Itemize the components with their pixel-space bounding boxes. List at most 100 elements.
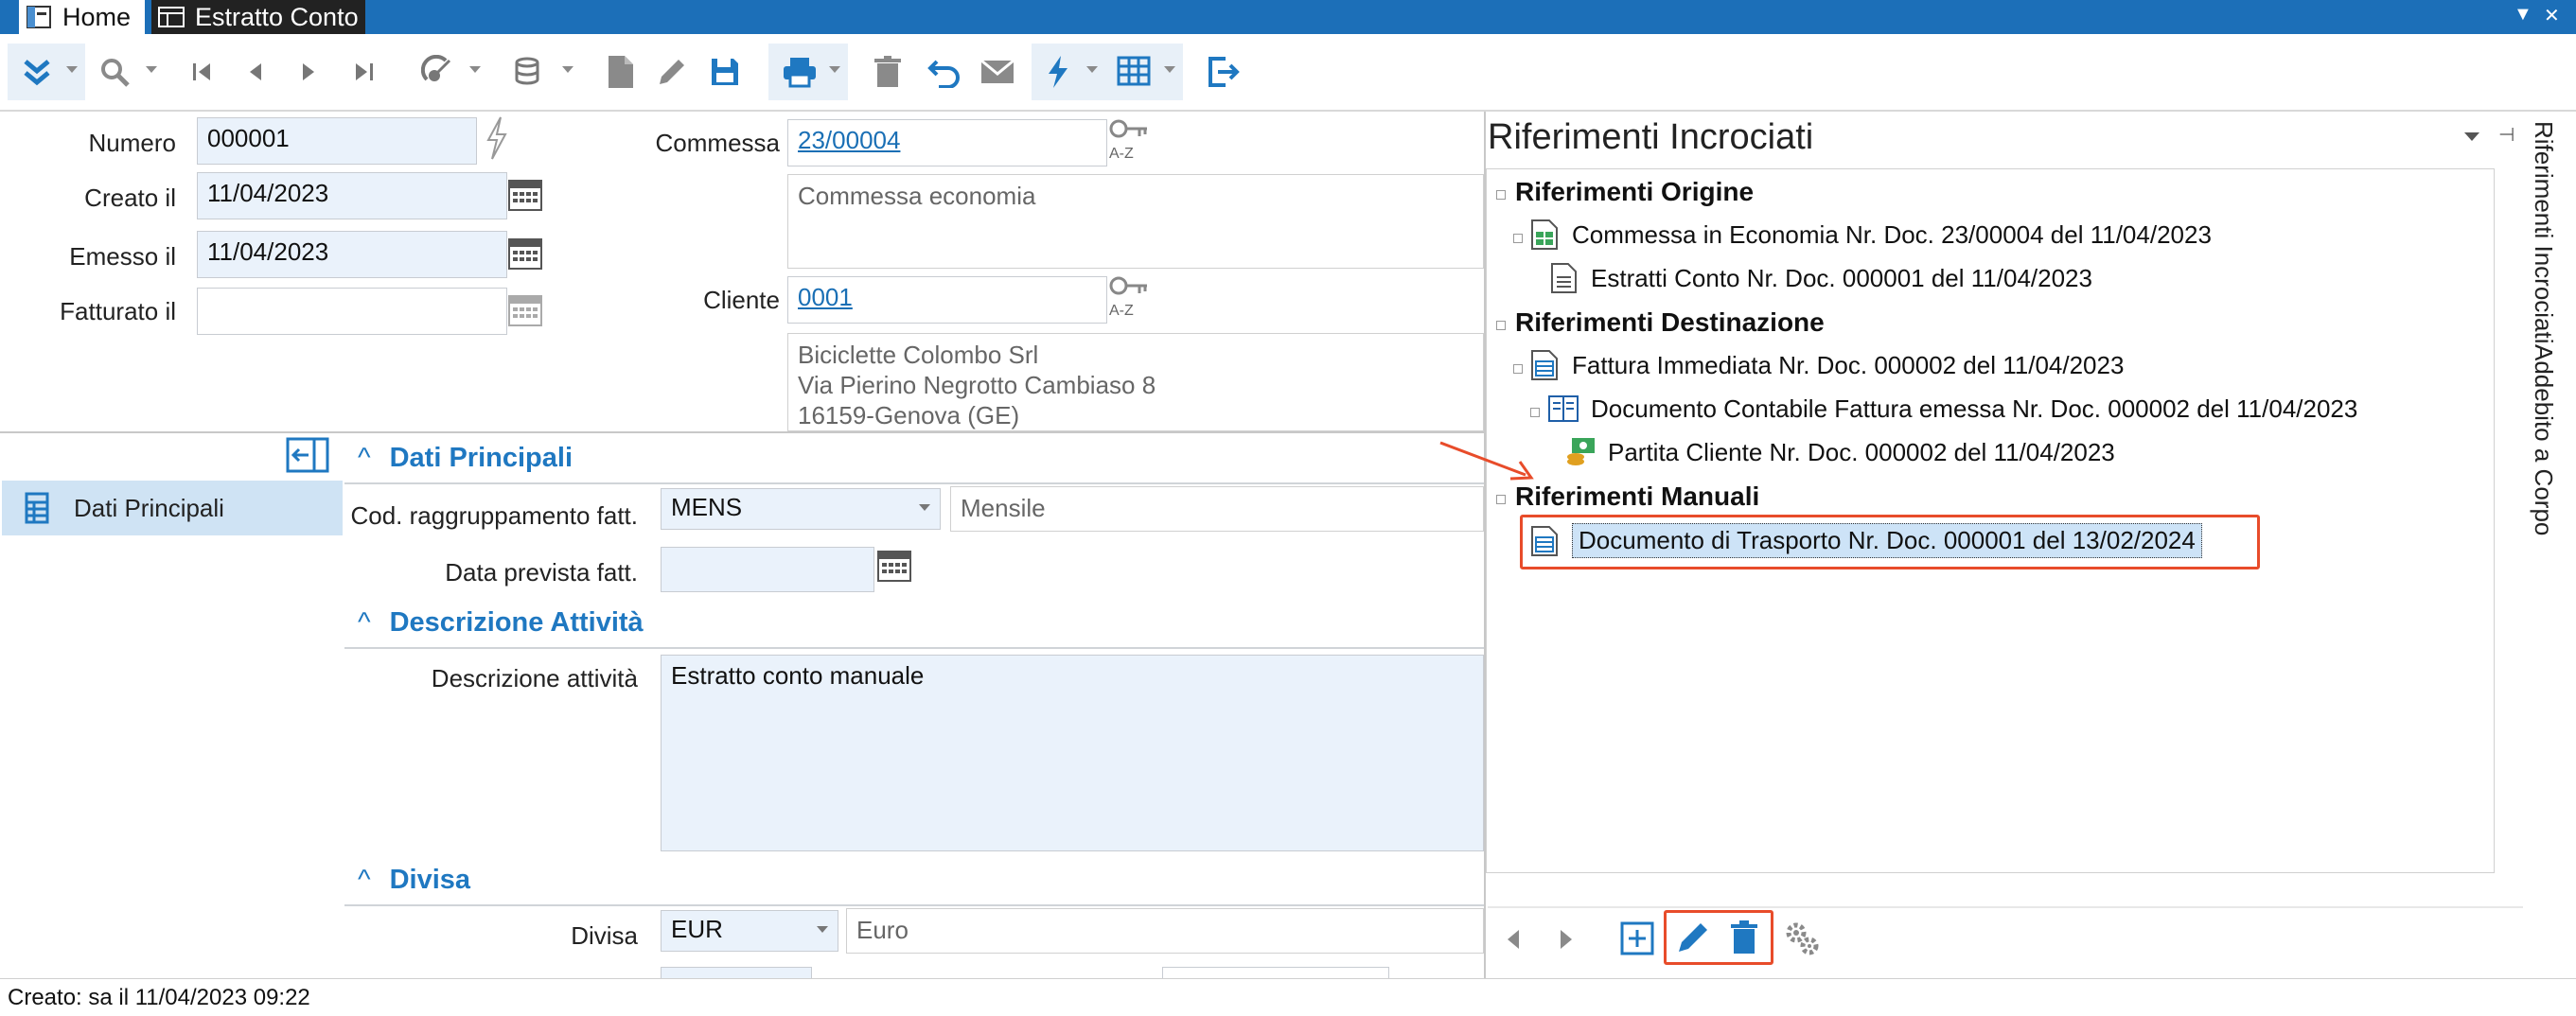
fatturato-label: Fatturato il <box>60 297 176 325</box>
sidebar-item-dati-principali[interactable]: Dati Principali <box>2 481 343 535</box>
chevron-down-icon[interactable] <box>146 66 157 73</box>
chevron-up-icon: ^ <box>358 443 371 473</box>
grid-options-icon <box>1117 56 1151 86</box>
cliente-address-block: Biciclette Colombo Srl Via Pierino Negro… <box>787 333 1484 431</box>
lightning-icon[interactable] <box>483 115 511 161</box>
descrizione-attivita-label: Descrizione attività <box>431 664 638 692</box>
calendar-icon[interactable] <box>876 547 912 583</box>
database-icon <box>515 57 539 85</box>
tree-item-fattura-immediata[interactable]: Fattura Immediata Nr. Doc. 000002 del 11… <box>1528 349 2124 381</box>
chevron-down-icon[interactable] <box>2464 132 2479 141</box>
fatturato-input[interactable] <box>197 288 507 335</box>
tree-item-label: Partita Cliente Nr. Doc. 000002 del 11/0… <box>1608 437 2115 466</box>
print-button[interactable] <box>778 47 821 96</box>
undo-button[interactable] <box>924 47 965 96</box>
email-button[interactable] <box>977 47 1018 96</box>
cliente-link[interactable]: 0001 <box>798 283 853 311</box>
first-record-icon <box>193 63 210 80</box>
tree-item-label: Fattura Immediata Nr. Doc. 000002 del 11… <box>1572 350 2125 379</box>
pin-icon[interactable]: ⊣ <box>2498 123 2514 147</box>
collapse-icon[interactable] <box>1496 495 1506 504</box>
divisa-select[interactable]: EUR <box>661 910 838 952</box>
collapse-icon[interactable] <box>1496 321 1506 330</box>
chevron-down-icon[interactable] <box>817 926 828 933</box>
previous-record-button[interactable] <box>238 47 273 96</box>
dropdown-arrow-icon[interactable]: ▼ <box>2514 4 2532 26</box>
edit-button[interactable] <box>653 47 691 96</box>
commessa-link[interactable]: 23/00004 <box>798 126 900 154</box>
cliente-input[interactable]: 0001 <box>787 276 1107 324</box>
tree-group-destinazione[interactable]: Riferimenti Destinazione <box>1515 307 1825 338</box>
section-title: Descrizione Attività <box>389 607 644 638</box>
lightning-button[interactable] <box>1039 47 1077 96</box>
chevron-down-icon[interactable] <box>829 66 840 73</box>
collapse-icon[interactable] <box>1513 234 1523 243</box>
commessa-input[interactable]: 23/00004 <box>787 119 1107 166</box>
exit-button[interactable] <box>1202 47 1245 96</box>
section-dati-principali[interactable]: ^ Dati Principali <box>358 443 573 474</box>
tree-group-manuali[interactable]: Riferimenti Manuali <box>1515 482 1759 512</box>
tree-item-label: Documento Contabile Fattura emessa Nr. D… <box>1591 394 2358 423</box>
collapse-icon[interactable] <box>1496 190 1506 200</box>
key-lookup-icon[interactable]: A-Z <box>1109 117 1151 162</box>
vertical-tab-riferimenti-incrociati[interactable]: Riferimenti Incrociati <box>2529 121 2558 344</box>
database-button[interactable] <box>507 47 551 96</box>
undo-icon <box>927 60 960 88</box>
grid-options-button[interactable] <box>1113 47 1156 96</box>
descrizione-attivita-textarea[interactable]: Estratto conto manuale <box>661 655 1484 851</box>
key-lookup-icon[interactable]: A-Z <box>1109 274 1151 319</box>
cod-raggruppamento-select[interactable]: MENS <box>661 488 941 530</box>
collapse-icon[interactable] <box>1513 364 1523 374</box>
exit-icon <box>1209 57 1240 87</box>
add-reference-icon[interactable] <box>1620 921 1654 955</box>
emesso-input[interactable]: 11/04/2023 <box>197 231 507 278</box>
collapse-icon[interactable] <box>1530 408 1540 417</box>
tab-estratto-conto-label: Estratto Conto <box>195 2 359 31</box>
delete-button[interactable] <box>869 47 907 96</box>
new-document-button[interactable] <box>602 47 640 96</box>
next-record-icon <box>303 63 314 80</box>
section-divisa[interactable]: ^ Divisa <box>358 865 470 896</box>
tree-group-origine[interactable]: Riferimenti Origine <box>1515 177 1754 207</box>
calendar-icon[interactable] <box>507 176 543 212</box>
collapse-panel-icon[interactable] <box>286 437 329 473</box>
chevron-down-icon[interactable] <box>562 66 573 73</box>
search-button[interactable] <box>95 47 134 96</box>
previous-icon[interactable] <box>1503 927 1524 952</box>
save-button[interactable] <box>706 47 744 96</box>
tree-item-documento-contabile[interactable]: Documento Contabile Fattura emessa Nr. D… <box>1547 393 2357 425</box>
az-label: A-Z <box>1109 303 1134 319</box>
expand-menu-button[interactable] <box>17 47 57 96</box>
chevron-down-icon[interactable] <box>469 66 481 73</box>
tree-item-partita-cliente[interactable]: Partita Cliente Nr. Doc. 000002 del 11/0… <box>1564 436 2115 468</box>
tab-estratto-conto[interactable]: Estratto Conto <box>151 0 365 34</box>
data-prevista-input[interactable] <box>661 547 874 592</box>
numero-input[interactable]: 000001 <box>197 117 477 165</box>
invoice-doc-icon <box>1531 350 1558 380</box>
chevron-down-icon[interactable] <box>919 504 930 511</box>
calendar-icon[interactable] <box>507 291 543 327</box>
section-descrizione-attivita[interactable]: ^ Descrizione Attività <box>358 607 644 639</box>
tree-item-commessa[interactable]: Commessa in Economia Nr. Doc. 23/00004 d… <box>1528 219 2212 251</box>
calendar-icon[interactable] <box>507 235 543 271</box>
vertical-tab-addebito-a-corpo[interactable]: Addebito a Corpo <box>2529 344 2558 535</box>
creato-input[interactable]: 11/04/2023 <box>197 172 507 219</box>
settings-gears-icon[interactable] <box>1783 920 1821 957</box>
divisa-label: Divisa <box>571 921 638 950</box>
next-icon[interactable] <box>1556 927 1577 952</box>
chevron-down-icon[interactable] <box>1086 66 1098 73</box>
tree-item-label: Estratti Conto Nr. Doc. 000001 del 11/04… <box>1591 263 2092 292</box>
tab-home[interactable]: Home <box>19 0 145 34</box>
chevron-down-icon[interactable] <box>66 66 78 73</box>
last-record-button[interactable] <box>346 47 380 96</box>
next-record-button[interactable] <box>291 47 326 96</box>
first-record-button[interactable] <box>185 47 220 96</box>
tab-home-label: Home <box>62 2 132 31</box>
divider <box>344 647 1484 649</box>
app-window: { "tabs": [ {"label": "Home", "icon": "h… <box>0 0 2576 1016</box>
chevron-down-icon[interactable] <box>1164 66 1175 73</box>
close-icon[interactable]: ✕ <box>2544 4 2560 27</box>
satellite-button[interactable] <box>416 47 460 96</box>
satellite-icon <box>421 55 451 81</box>
tree-item-estratti-conto[interactable]: Estratti Conto Nr. Doc. 000001 del 11/04… <box>1547 262 2092 294</box>
